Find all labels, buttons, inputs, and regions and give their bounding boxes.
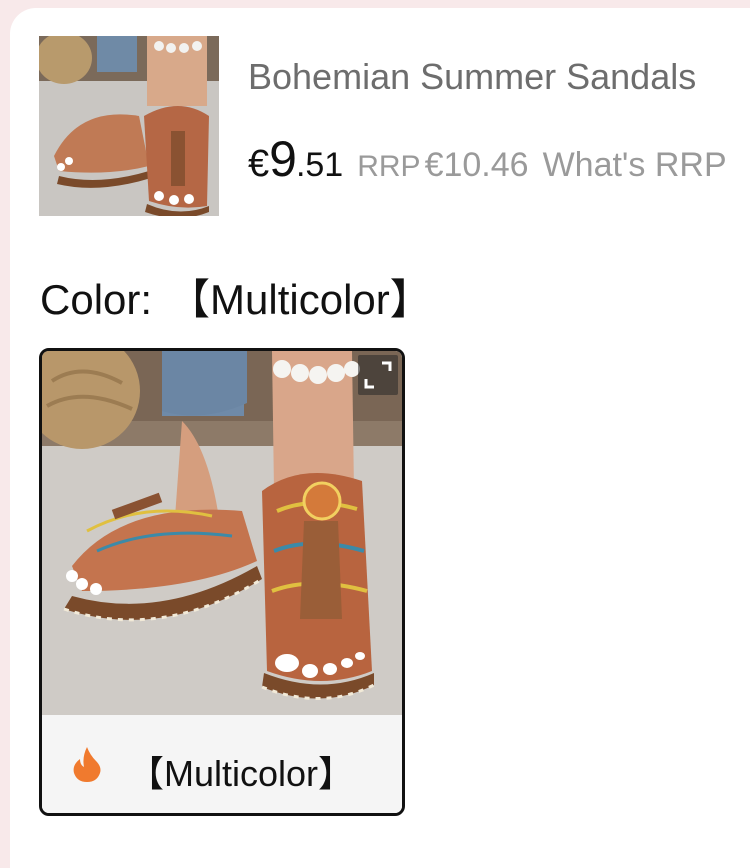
price-currency: € (248, 143, 270, 185)
rrp-label: RRP (357, 150, 421, 183)
variant-label-row: 【Multicolor】 (42, 715, 402, 813)
expand-arrows-icon (364, 361, 392, 389)
variant-image-container (42, 351, 402, 715)
price-row: € 9 .51 RRP €10.46 What's RRP (248, 130, 750, 188)
whats-rrp-link[interactable]: What's RRP (543, 146, 727, 185)
rrp-value: €10.46 (424, 146, 529, 184)
sandals-variant-image (42, 351, 402, 715)
flame-icon (73, 747, 101, 782)
color-heading: Color: 【Multicolor】 (40, 266, 432, 327)
variant-label: 【Multicolor】 (128, 753, 355, 794)
color-selected-value: 【Multicolor】 (168, 276, 432, 323)
price-cents: .51 (295, 146, 344, 184)
price-main: 9 (269, 131, 297, 187)
color-label: Color: (40, 276, 153, 323)
product-thumbnail[interactable] (39, 36, 219, 216)
color-variant-card[interactable]: 【Multicolor】 (39, 348, 405, 816)
expand-icon[interactable] (358, 355, 398, 395)
product-title: Bohemian Summer Sandals (248, 56, 697, 97)
sandals-thumbnail-image (39, 36, 219, 216)
